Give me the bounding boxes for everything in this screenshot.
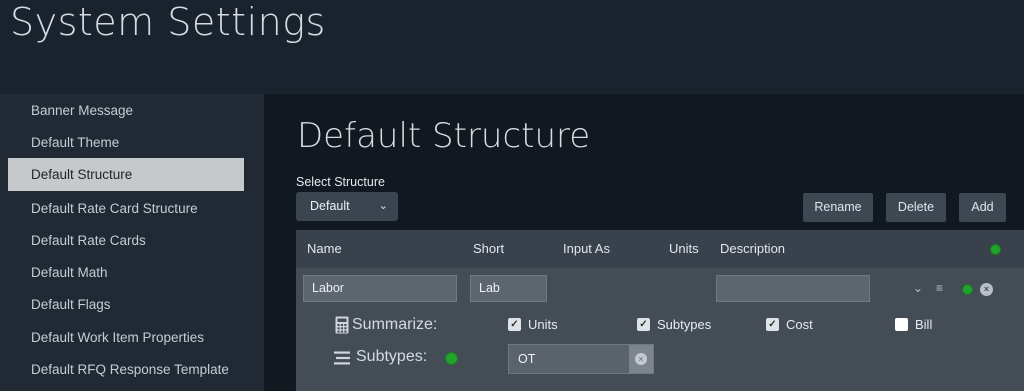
delete-button[interactable]: Delete — [886, 193, 946, 222]
calculator-icon — [335, 316, 349, 334]
sidebar-item-default-rfq-response-template[interactable]: Default RFQ Response Template — [8, 353, 244, 386]
structure-select-value: Default — [310, 199, 350, 213]
column-header-description: Description — [720, 241, 786, 256]
sidebar-item-default-theme[interactable]: Default Theme — [8, 126, 244, 159]
close-icon: × — [635, 353, 647, 365]
remove-row-icon[interactable]: × — [980, 283, 993, 296]
app-title: System Settings — [10, 0, 326, 44]
column-header-units: Units — [669, 241, 699, 256]
subtype-tag-input[interactable]: OT × — [508, 344, 654, 374]
active-status-icon[interactable] — [962, 284, 973, 295]
sidebar: Banner Message Default Theme Default Str… — [0, 94, 264, 391]
sidebar-item-banner-message[interactable]: Banner Message — [8, 94, 244, 127]
chevron-down-icon: ⌄ — [378, 200, 388, 212]
structure-select[interactable]: Default ⌄ — [296, 192, 398, 221]
summarize-label: Summarize: — [352, 316, 438, 333]
cost-checkbox-label: Cost — [786, 317, 813, 332]
column-header-name: Name — [307, 241, 342, 256]
column-header-input-as: Input As — [563, 241, 610, 256]
page-title: Default Structure — [297, 116, 591, 156]
subtypes-checkbox-label: Subtypes — [657, 317, 712, 332]
subtypes-checkbox[interactable]: ✓ — [637, 318, 650, 331]
add-subtype-icon[interactable] — [445, 352, 458, 365]
sidebar-item-default-math[interactable]: Default Math — [8, 256, 244, 289]
units-checkbox-label: Units — [528, 317, 558, 332]
bill-checkbox-label: Bill — [915, 317, 933, 332]
sidebar-item-default-rate-card-structure[interactable]: Default Rate Card Structure — [8, 192, 244, 225]
menu-lines-icon[interactable]: ≡ — [936, 281, 943, 295]
column-header-short: Short — [473, 241, 505, 256]
description-field[interactable] — [716, 275, 870, 302]
list-lines-icon — [334, 351, 350, 365]
table-header: Name Short Input As Units Description — [296, 230, 1024, 268]
chevron-down-icon[interactable]: ⌄ — [913, 281, 923, 295]
units-checkbox[interactable]: ✓ — [508, 318, 521, 331]
subtypes-label: Subtypes: — [356, 348, 428, 365]
name-field[interactable]: Labor — [303, 275, 457, 302]
select-structure-label: Select Structure — [296, 175, 385, 189]
main-content: Default Structure Select Structure Defau… — [264, 94, 1024, 391]
short-field[interactable]: Lab — [470, 275, 547, 302]
bill-checkbox[interactable] — [895, 318, 908, 331]
subtype-tag: OT — [518, 352, 536, 366]
sidebar-item-default-work-item-properties[interactable]: Default Work Item Properties — [8, 321, 244, 354]
clear-subtype-button[interactable]: × — [629, 345, 653, 373]
sidebar-item-default-structure[interactable]: Default Structure — [8, 158, 244, 191]
sidebar-item-default-flags[interactable]: Default Flags — [8, 288, 244, 321]
sidebar-item-default-rate-cards[interactable]: Default Rate Cards — [8, 224, 244, 257]
structure-table: Name Short Input As Units Description La… — [296, 230, 1024, 391]
rename-button[interactable]: Rename — [803, 193, 873, 222]
cost-checkbox[interactable]: ✓ — [766, 318, 779, 331]
add-button[interactable]: Add — [959, 193, 1006, 222]
add-row-icon[interactable] — [990, 244, 1001, 255]
